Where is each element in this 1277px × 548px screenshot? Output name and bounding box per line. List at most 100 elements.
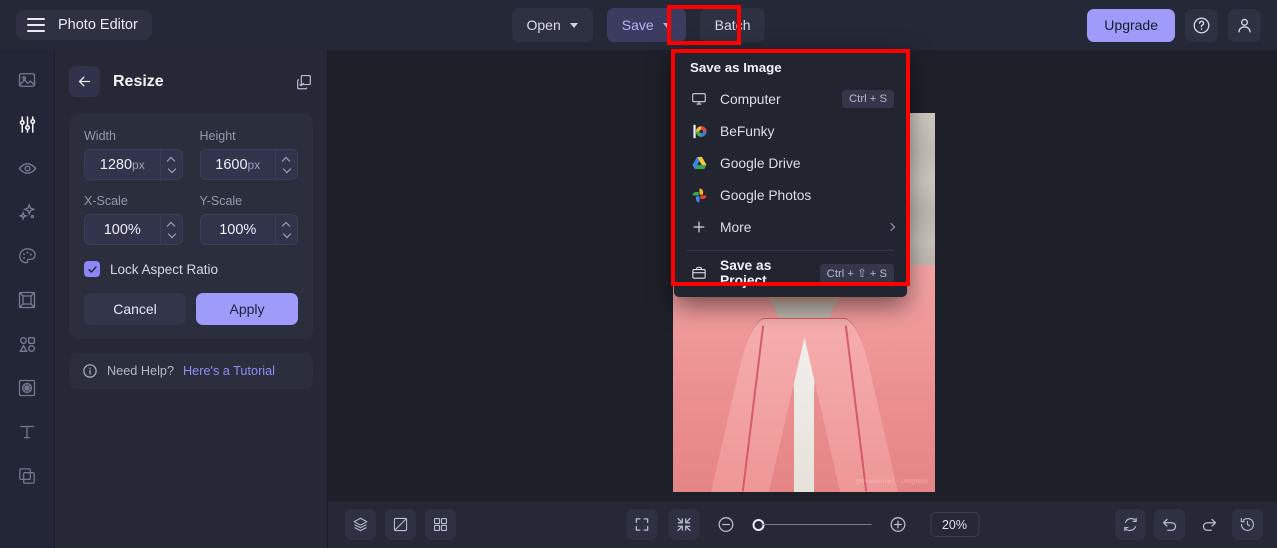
lock-aspect-ratio-checkbox[interactable] bbox=[84, 261, 100, 277]
rail-item-overlays[interactable] bbox=[8, 460, 46, 492]
menu-item-more-label: More bbox=[720, 219, 752, 235]
height-value-text[interactable]: 1600 px bbox=[201, 150, 276, 179]
height-input[interactable]: 1600 px bbox=[199, 149, 298, 180]
check-icon bbox=[87, 265, 97, 273]
photo-credit: @chadsonart - Unsplash bbox=[855, 479, 928, 485]
yscale-input[interactable]: 100% bbox=[199, 214, 298, 245]
yscale-value[interactable]: 100% bbox=[201, 215, 276, 244]
help-button[interactable] bbox=[1185, 8, 1218, 42]
monitor-icon bbox=[690, 91, 708, 107]
yscale-stepper[interactable] bbox=[275, 215, 297, 244]
zoom-out-button[interactable] bbox=[710, 509, 741, 540]
xscale-input[interactable]: 100% bbox=[84, 214, 183, 245]
grid-icon bbox=[433, 517, 448, 532]
header-right: Upgrade bbox=[1087, 8, 1261, 42]
chevron-up-icon[interactable] bbox=[283, 223, 290, 227]
dropdown-heading: Save as Image bbox=[690, 60, 782, 75]
zoom-in-button[interactable] bbox=[882, 509, 913, 540]
reset-icon bbox=[1124, 517, 1137, 532]
action-buttons: Cancel Apply bbox=[84, 293, 298, 325]
chevron-down-icon[interactable] bbox=[662, 22, 671, 28]
width-value-text[interactable]: 1280 px bbox=[85, 150, 160, 179]
undo-button[interactable] bbox=[1154, 509, 1185, 540]
menu-item-google-photos[interactable]: Google Photos bbox=[674, 179, 907, 211]
chevron-down-icon[interactable] bbox=[283, 232, 290, 236]
chevron-up-icon[interactable] bbox=[283, 158, 290, 162]
rail-item-texture[interactable] bbox=[8, 372, 46, 404]
history-button[interactable] bbox=[1232, 509, 1263, 540]
zoom-controls: 20% bbox=[626, 509, 979, 540]
account-button[interactable] bbox=[1228, 8, 1261, 42]
batch-button[interactable]: Batch bbox=[699, 8, 766, 42]
chevron-right-icon bbox=[886, 222, 896, 232]
chevron-down-icon[interactable] bbox=[283, 167, 290, 171]
rail-item-artsy[interactable] bbox=[8, 240, 46, 272]
lock-aspect-ratio-row[interactable]: Lock Aspect Ratio bbox=[84, 261, 298, 277]
menu-item-google-drive[interactable]: Google Drive bbox=[674, 147, 907, 179]
apply-label: Apply bbox=[229, 301, 265, 317]
yscale-label: Y-Scale bbox=[199, 194, 243, 208]
panel-header: Resize bbox=[69, 66, 313, 97]
rail-item-image[interactable] bbox=[8, 64, 46, 96]
cancel-label: Cancel bbox=[113, 301, 157, 317]
chevron-down-icon[interactable] bbox=[569, 22, 578, 28]
back-arrow-icon bbox=[78, 76, 91, 87]
header-actions: Open Save Batch bbox=[511, 8, 766, 42]
cancel-button[interactable]: Cancel bbox=[84, 293, 186, 325]
menu-item-computer[interactable]: Computer Ctrl + S bbox=[674, 83, 907, 115]
menu-item-save-as-project[interactable]: Save as Project Ctrl + ⇧ + S bbox=[674, 257, 907, 289]
chevron-up-icon[interactable] bbox=[168, 223, 175, 227]
menu-item-computer-label: Computer bbox=[720, 91, 781, 107]
chevron-down-icon[interactable] bbox=[168, 232, 175, 236]
menu-item-computer-shortcut: Ctrl + S bbox=[842, 90, 894, 108]
back-button[interactable] bbox=[69, 66, 100, 97]
rail-item-graphics[interactable] bbox=[8, 328, 46, 360]
image-icon bbox=[18, 73, 36, 87]
zoom-slider[interactable] bbox=[752, 518, 871, 531]
xscale-stepper[interactable] bbox=[159, 215, 182, 244]
chevron-up-icon[interactable] bbox=[168, 158, 175, 162]
tutorial-link[interactable]: Here's a Tutorial bbox=[183, 364, 275, 378]
sparkle-effects-icon bbox=[17, 202, 36, 221]
user-icon bbox=[1238, 18, 1251, 33]
chevron-down-icon[interactable] bbox=[168, 167, 175, 171]
palette-artsy-icon bbox=[18, 247, 36, 263]
rail-item-effects[interactable] bbox=[8, 196, 46, 228]
width-stepper[interactable] bbox=[159, 150, 182, 179]
help-banner[interactable]: Need Help? Here's a Tutorial bbox=[69, 353, 313, 389]
compare-button[interactable] bbox=[385, 509, 416, 540]
grid-button[interactable] bbox=[425, 509, 456, 540]
rail-item-edit[interactable] bbox=[8, 108, 46, 140]
open-button[interactable]: Open bbox=[511, 8, 593, 42]
brand-menu-button[interactable]: Photo Editor bbox=[16, 10, 152, 40]
width-field: Width 1280 px bbox=[84, 129, 183, 180]
rail-item-frames[interactable] bbox=[8, 284, 46, 316]
zoom-level-input[interactable]: 20% bbox=[930, 512, 979, 537]
shrink-button[interactable] bbox=[668, 509, 699, 540]
zoom-in-icon bbox=[890, 517, 905, 532]
height-unit: px bbox=[247, 157, 261, 172]
reset-button[interactable] bbox=[1115, 509, 1146, 540]
layers-icon bbox=[353, 517, 368, 532]
google-drive-icon bbox=[690, 155, 708, 172]
apply-button[interactable]: Apply bbox=[196, 293, 298, 325]
save-button[interactable]: Save bbox=[606, 8, 686, 42]
height-stepper[interactable] bbox=[275, 150, 297, 179]
menu-item-befunky[interactable]: BeFunky bbox=[674, 115, 907, 147]
upgrade-button[interactable]: Upgrade bbox=[1087, 8, 1175, 42]
duplicate-button[interactable] bbox=[295, 73, 313, 91]
redo-button[interactable] bbox=[1193, 509, 1224, 540]
shapes-graphics-icon bbox=[18, 336, 35, 352]
fit-screen-button[interactable] bbox=[626, 509, 657, 540]
page-title: Resize bbox=[113, 72, 164, 90]
zoom-slider-track[interactable] bbox=[761, 523, 871, 526]
width-input[interactable]: 1280 px bbox=[84, 149, 183, 180]
lock-aspect-ratio-label: Lock Aspect Ratio bbox=[110, 261, 219, 277]
rail-item-text[interactable] bbox=[8, 416, 46, 448]
save-label: Save bbox=[621, 17, 654, 33]
menu-item-more[interactable]: More bbox=[674, 211, 907, 243]
rail-item-retouch[interactable] bbox=[8, 152, 46, 184]
xscale-value[interactable]: 100% bbox=[85, 215, 160, 244]
hamburger-icon[interactable] bbox=[27, 18, 45, 32]
layers-button[interactable] bbox=[345, 509, 376, 540]
